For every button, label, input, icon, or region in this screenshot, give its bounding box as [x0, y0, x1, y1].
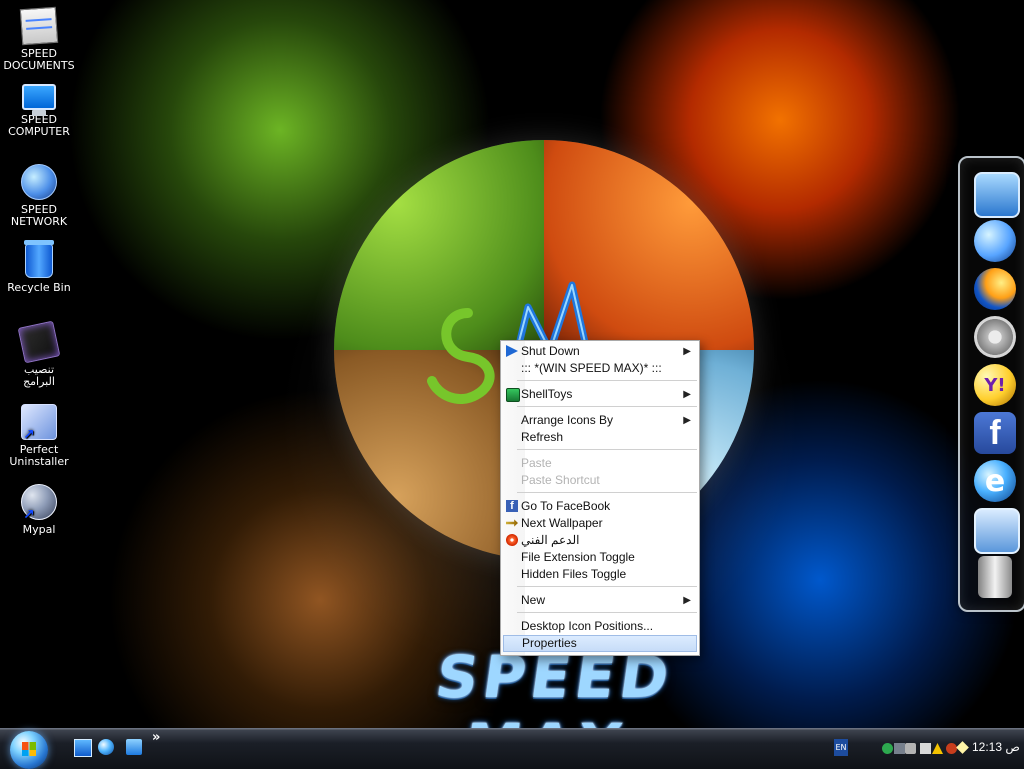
menu-item-arrange-icons-by[interactable]: Arrange Icons By ▶: [503, 412, 697, 429]
menu-separator: [517, 380, 697, 381]
menu-item-label: New: [521, 593, 546, 607]
quick-launch-recycle-bin-icon[interactable]: [126, 739, 142, 755]
menu-item-go-to-facebook[interactable]: f Go To FaceBook: [503, 498, 697, 515]
network-icon: [21, 164, 57, 200]
menu-item-label: Refresh: [521, 430, 564, 444]
recycle-bin-icon: [24, 240, 54, 278]
desktop-icon-install-programs[interactable]: تنصيب البرامج: [0, 320, 78, 388]
documents-icon: [19, 6, 59, 46]
menu-item-label: Arrange Icons By: [521, 413, 614, 427]
menu-item-label: Shut Down: [521, 344, 580, 358]
uninstaller-icon: [21, 404, 57, 441]
menu-item-label: File Extension Toggle: [521, 550, 635, 564]
taskbar-clock[interactable]: 12:13 ص: [972, 739, 1020, 755]
right-dock: Y! f e: [958, 156, 1024, 612]
desktop-icon-label: Recycle Bin: [7, 281, 71, 294]
menu-item-label: Desktop Icon Positions...: [521, 619, 654, 633]
dock-firefox-icon[interactable]: [974, 268, 1016, 310]
desktop-icon-speed-network[interactable]: SPEED NETWORK: [0, 164, 78, 228]
menu-item-label: Properties: [522, 636, 577, 650]
menu-item-next-wallpaper[interactable]: Next Wallpaper: [503, 515, 697, 532]
desktop: SPEED MAX SPEED DOCUMENTS SPEED COMPUTER…: [0, 0, 1024, 728]
submenu-arrow-icon: ▶: [683, 389, 691, 400]
facebook-icon: f: [506, 500, 518, 512]
menu-item-label: Paste Shortcut: [521, 473, 600, 487]
globe-green-quadrant: [334, 140, 544, 350]
shutdown-icon: [506, 345, 518, 357]
tray-warning-icon[interactable]: [932, 743, 943, 754]
menu-item-shut-down[interactable]: Shut Down ▶: [503, 343, 697, 360]
tray-tool-icon[interactable]: [956, 741, 969, 754]
quick-launch-internet-explorer-icon[interactable]: [98, 739, 114, 755]
menu-item-shelltoys[interactable]: ShellToys ▶: [503, 386, 697, 403]
tray-display-icon[interactable]: [905, 743, 916, 754]
dock-finder-icon[interactable]: [974, 508, 1020, 554]
menu-item-refresh[interactable]: Refresh: [503, 429, 697, 446]
submenu-arrow-icon: ▶: [683, 415, 691, 426]
tray-app-icon[interactable]: [920, 743, 931, 754]
desktop-icon-speed-documents[interactable]: SPEED DOCUMENTS: [0, 6, 78, 72]
tray-security-icon[interactable]: [882, 743, 893, 754]
shelltoys-icon: [506, 388, 520, 402]
submenu-arrow-icon: ▶: [683, 595, 691, 606]
desktop-icon-perfect-uninstaller[interactable]: Perfect Uninstaller: [0, 404, 78, 468]
desktop-icon-mypal[interactable]: Mypal: [0, 484, 78, 536]
menu-item-file-extension-toggle[interactable]: File Extension Toggle: [503, 549, 697, 566]
tray-media-icon[interactable]: [946, 743, 957, 754]
menu-item-desktop-icon-positions[interactable]: Desktop Icon Positions...: [503, 618, 697, 635]
computer-icon: [22, 84, 56, 116]
menu-separator: [517, 586, 697, 587]
menu-separator: [517, 492, 697, 493]
desktop-context-menu: Shut Down ▶ ::: *(WIN SPEED MAX)* ::: Sh…: [500, 340, 700, 656]
menu-item-label: ::: *(WIN SPEED MAX)* :::: [521, 361, 662, 375]
dock-facebook-icon[interactable]: f: [974, 412, 1016, 454]
desktop-icon-label: Perfect Uninstaller: [9, 443, 69, 468]
desktop-icon-label: SPEED COMPUTER: [8, 113, 70, 138]
menu-item-label: الدعم الفني: [521, 533, 580, 547]
quick-launch-more-button[interactable]: »: [152, 730, 160, 745]
menu-item-label: Hidden Files Toggle: [521, 567, 627, 581]
tray-network-icon[interactable]: [894, 743, 905, 754]
dock-internet-explorer-icon[interactable]: e: [974, 460, 1016, 502]
menu-item-win-speed-max[interactable]: ::: *(WIN SPEED MAX)* :::: [503, 360, 697, 377]
quick-launch-computer-icon[interactable]: [74, 739, 92, 757]
language-indicator[interactable]: EN: [834, 739, 848, 756]
menu-item-label: ShellToys: [521, 387, 573, 401]
taskbar: » EN 12:13 ص: [0, 728, 1024, 769]
menu-item-label: Paste: [521, 456, 552, 470]
next-wallpaper-icon: [506, 519, 518, 527]
menu-item-technical-support[interactable]: الدعم الفني: [503, 532, 697, 549]
desktop-icon-speed-computer[interactable]: SPEED COMPUTER: [0, 84, 78, 138]
mypal-icon: [21, 484, 57, 521]
dock-yahoo-messenger-icon[interactable]: Y!: [974, 364, 1016, 406]
start-button[interactable]: [10, 731, 48, 769]
menu-item-paste-shortcut: Paste Shortcut: [503, 472, 697, 489]
menu-item-label: Next Wallpaper: [521, 516, 603, 530]
desktop-icon-recycle-bin[interactable]: Recycle Bin: [0, 240, 78, 294]
menu-separator: [517, 449, 697, 450]
menu-item-properties[interactable]: Properties: [503, 635, 697, 652]
programs-icon: [17, 320, 61, 364]
menu-separator: [517, 406, 697, 407]
dock-earth-icon[interactable]: [974, 220, 1016, 262]
desktop-icon-label: Mypal: [22, 523, 56, 536]
menu-item-hidden-files-toggle[interactable]: Hidden Files Toggle: [503, 566, 697, 583]
menu-item-new[interactable]: New ▶: [503, 592, 697, 609]
dock-computer-icon[interactable]: [974, 172, 1020, 218]
menu-separator: [517, 612, 697, 613]
globe-fire-quadrant: [544, 140, 754, 350]
menu-item-paste: Paste: [503, 455, 697, 472]
desktop-icon-label: SPEED NETWORK: [10, 203, 68, 228]
submenu-arrow-icon: ▶: [683, 346, 691, 357]
dock-trash-icon[interactable]: [978, 556, 1012, 598]
support-icon: [506, 534, 518, 546]
desktop-icon-label: تنصيب البرامج: [23, 363, 55, 388]
dock-settings-icon[interactable]: [974, 316, 1016, 358]
menu-item-label: Go To FaceBook: [521, 499, 611, 513]
desktop-icon-label: SPEED DOCUMENTS: [3, 47, 75, 72]
